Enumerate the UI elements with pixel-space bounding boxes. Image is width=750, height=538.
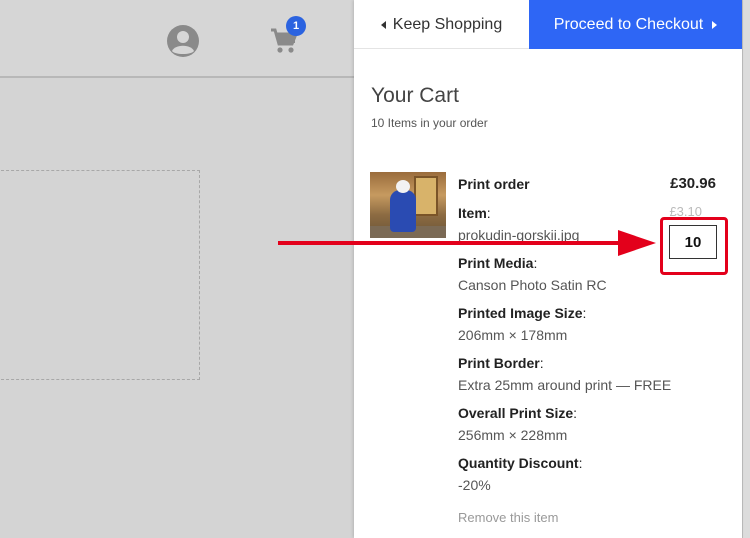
item-label-row: Item: [458, 205, 491, 221]
thumbnail-head [396, 180, 410, 193]
quantity-discount-value: -20% [458, 477, 491, 493]
remove-item-link[interactable]: Remove this item [458, 510, 558, 525]
proceed-to-checkout-button[interactable]: Proceed to Checkout [529, 0, 742, 49]
keep-shopping-label: Keep Shopping [392, 15, 503, 33]
cart-title: Your Cart [371, 84, 459, 107]
printed-size-value: 206mm × 178mm [458, 327, 568, 343]
cart-panel-toolbar: Keep Shopping Proceed to Checkout [354, 0, 742, 49]
account-circle-icon[interactable] [166, 24, 200, 58]
keep-shopping-button[interactable]: Keep Shopping [354, 0, 529, 49]
item-label: Item [458, 205, 487, 221]
annotation-arrow-icon [278, 230, 656, 256]
overall-size-value: 256mm × 228mm [458, 427, 568, 443]
quantity-discount-label-row: Quantity Discount: [458, 455, 583, 471]
checkout-label: Proceed to Checkout [553, 15, 704, 33]
print-border-label: Print Border [458, 355, 540, 371]
print-border-value: Extra 25mm around print — FREE [458, 377, 672, 393]
upload-dropzone[interactable] [0, 170, 200, 380]
caret-left-icon [380, 20, 386, 29]
item-total-price: £30.96 [670, 175, 716, 192]
overall-size-label: Overall Print Size [458, 405, 574, 421]
cart-count-badge: 1 [286, 16, 306, 36]
window-edge [742, 0, 750, 538]
thumbnail-door [414, 176, 438, 216]
overall-size-label-row: Overall Print Size: [458, 405, 578, 421]
caret-right-icon [712, 20, 718, 29]
print-border-label-row: Print Border: [458, 355, 544, 371]
printed-size-label-row: Printed Image Size: [458, 305, 587, 321]
printed-size-label: Printed Image Size [458, 305, 583, 321]
print-media-value: Canson Photo Satin RC [458, 277, 607, 293]
quantity-input[interactable] [669, 225, 717, 259]
cart-item-count: 10 Items in your order [371, 116, 488, 130]
item-name: Print order [458, 176, 530, 192]
quantity-discount-label: Quantity Discount [458, 455, 579, 471]
